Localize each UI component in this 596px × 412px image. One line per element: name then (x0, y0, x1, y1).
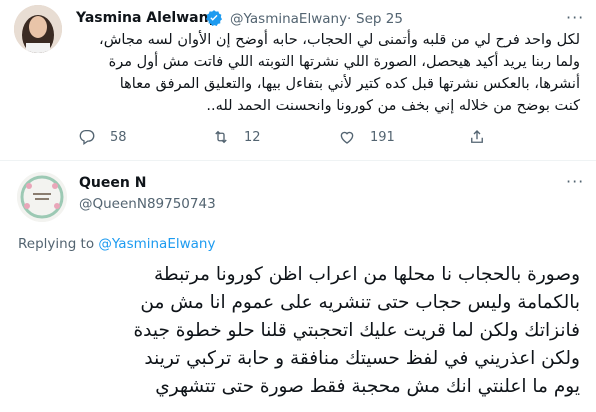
more-options-icon[interactable]: ··· (566, 172, 584, 191)
tweet-text-line: كنت بوضح من خلاله إني بخف من كورونا وانح… (206, 98, 580, 114)
share-icon (471, 130, 483, 143)
profile-photo-icon (17, 172, 67, 222)
reply-text-line: يوم ما اعلنتي انك مش محجبة فقط صورة حتى … (155, 376, 580, 397)
reply-text-line: بالكمامة وليس حجاب حتى تنشريه على عموم ا… (140, 292, 580, 313)
avatar[interactable] (14, 5, 62, 53)
tweet-date[interactable]: Sep 25 (356, 11, 403, 27)
replying-to-handle[interactable]: @YasminaElwany (98, 236, 215, 252)
tweet-text-line: لكل واحد فرح لي من قلبه وأتمنى لي الحجاب… (99, 32, 580, 48)
reply-count: 58 (110, 129, 127, 145)
reply-button[interactable]: 58 (78, 128, 127, 146)
reply-icon (79, 129, 95, 146)
retweet-button[interactable]: 12 (212, 128, 261, 146)
tweet-text-line: ولما ربنا يريد أكيد هيحصل، الصورة اللي ن… (108, 54, 580, 70)
tweet-text-line: أنشرها، بالعكس نشرتها قبل كده كتير لأني … (119, 76, 580, 92)
retweet-count: 12 (244, 129, 261, 145)
more-options-icon[interactable]: ··· (566, 8, 584, 27)
author-handle[interactable]: @YasminaElwany (230, 11, 347, 27)
like-button[interactable]: 191 (338, 128, 395, 146)
reply-text-line: فانزاتك ولكن لما قريت عليك اتحجبتي قلنا … (133, 320, 580, 341)
replying-to: Replying to @YasminaElwany (18, 236, 215, 252)
author-handle[interactable]: @QueenN89750743 (79, 196, 216, 212)
reply-text-line: ولكن اعذريني في لفظ حسيتك منافقة و حابة … (144, 348, 580, 369)
heart-icon (340, 131, 354, 144)
profile-photo-icon (14, 5, 62, 53)
divider (0, 160, 596, 161)
share-button[interactable] (468, 128, 486, 146)
replying-to-label: Replying to (18, 236, 95, 252)
author-name[interactable]: Yasmina Alelwany (76, 10, 218, 26)
avatar[interactable] (17, 172, 67, 222)
retweet-icon (215, 130, 227, 144)
author-name[interactable]: Queen N (79, 175, 146, 191)
reply-text-line: وصورة بالحجاب نا محلها من اعراب اظن كورو… (154, 264, 580, 285)
dot-separator: · (347, 11, 352, 27)
like-count: 191 (370, 129, 395, 145)
verified-badge-icon (205, 9, 223, 27)
